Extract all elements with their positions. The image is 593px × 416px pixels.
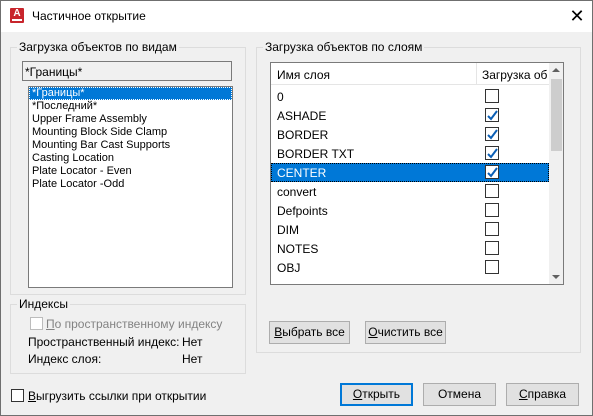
view-list-item[interactable]: Mounting Block Side Clamp [29,126,232,139]
layer-row[interactable]: NOTES [271,239,549,258]
scroll-down-icon[interactable] [552,275,560,279]
checkmark-icon [487,129,498,140]
layer-name: NOTES [277,242,319,256]
layer-name: 0 [277,90,284,104]
dialog-title: Частичное открытие [32,9,146,23]
layer-load-checkbox[interactable] [485,89,499,103]
layer-load-checkbox[interactable] [485,127,499,141]
spatial-index-value: Нет [182,335,203,349]
help-button[interactable]: Справка [506,383,579,406]
layers-scrollbar[interactable] [549,63,563,284]
view-list-item[interactable]: Upper Frame Assembly [29,113,232,126]
layer-name: convert [277,185,317,199]
partial-open-dialog: A Частичное открытие ✕ Загрузка объектов… [0,0,593,416]
clear-all-button[interactable]: Очистить все [365,321,446,344]
layer-load-checkbox[interactable] [485,222,499,236]
layer-row[interactable]: DIM [271,220,549,239]
view-list-item[interactable]: Plate Locator -Odd [29,178,232,191]
view-list-item[interactable]: *Последний* [29,100,232,113]
select-all-button[interactable]: Выбрать все [269,321,350,344]
close-icon[interactable]: ✕ [565,5,589,27]
layers-grid-header: Имя слоя Загрузка об... [271,63,549,85]
layer-name: BORDER TXT [277,147,355,161]
spatial-index-checkbox[interactable] [30,317,43,330]
layer-name: CENTER [277,166,327,180]
layer-name: ASHADE [277,109,327,123]
views-group-label: Загрузка объектов по видам [17,40,179,54]
view-list-item[interactable]: Casting Location [29,152,232,165]
layer-row[interactable]: BORDER [271,125,549,144]
spatial-index-checkbox-label: По пространственному индексу [46,317,223,331]
checkmark-icon [487,110,498,121]
autocad-app-icon: A [10,8,24,23]
layer-name: OBJ [277,261,301,275]
column-header-layer-name[interactable]: Имя слоя [277,68,330,82]
spatial-index-label: Пространственный индекс: [28,335,180,349]
cancel-button[interactable]: Отмена [423,383,496,406]
layer-name: Defpoints [277,204,328,218]
layer-load-checkbox[interactable] [485,260,499,274]
layer-index-value: Нет [182,352,203,366]
layer-load-checkbox[interactable] [485,203,499,217]
layer-row[interactable]: ASHADE [271,106,549,125]
column-header-load[interactable]: Загрузка об... [482,68,548,82]
view-list-item[interactable]: Plate Locator - Even [29,165,232,178]
title-bar: A Частичное открытие ✕ [1,1,592,32]
layers-grid[interactable]: Имя слоя Загрузка об... 0 ASHADE BORDER BOR… [270,62,564,285]
views-list[interactable]: *Границы* *Последний* Upper Frame Assembly… [28,86,233,288]
layer-row[interactable]: 0 [271,87,549,106]
layer-load-checkbox[interactable] [485,165,499,179]
checkmark-icon [487,167,498,178]
view-list-item[interactable]: *Границы* [29,87,232,100]
layer-row[interactable]: OBJ [271,258,549,277]
scrollbar-thumb[interactable] [551,79,562,151]
layer-row[interactable]: Defpoints [271,201,549,220]
layer-load-checkbox[interactable] [485,108,499,122]
layer-name: BORDER [277,128,329,142]
layer-load-checkbox[interactable] [485,146,499,160]
current-view-field: *Границы* [22,61,232,81]
scroll-up-icon[interactable] [552,68,560,72]
layer-name: DIM [277,223,299,237]
layers-group-label: Загрузка объектов по слоям [263,40,425,54]
layer-row[interactable]: BORDER TXT [271,144,549,163]
view-list-item[interactable]: Mounting Bar Cast Supports [29,139,232,152]
column-separator[interactable] [476,63,477,85]
checkmark-icon [487,148,498,159]
unload-xrefs-checkbox[interactable] [11,389,24,402]
unload-xrefs-label: Выгрузить ссылки при открытии [28,389,207,403]
layer-load-checkbox[interactable] [485,184,499,198]
index-group-label: Индексы [17,297,70,311]
layer-row[interactable]: CENTER [271,163,549,182]
layer-row[interactable]: convert [271,182,549,201]
layer-index-label: Индекс слоя: [28,352,102,366]
layer-load-checkbox[interactable] [485,241,499,255]
open-button[interactable]: Открыть [340,383,413,406]
